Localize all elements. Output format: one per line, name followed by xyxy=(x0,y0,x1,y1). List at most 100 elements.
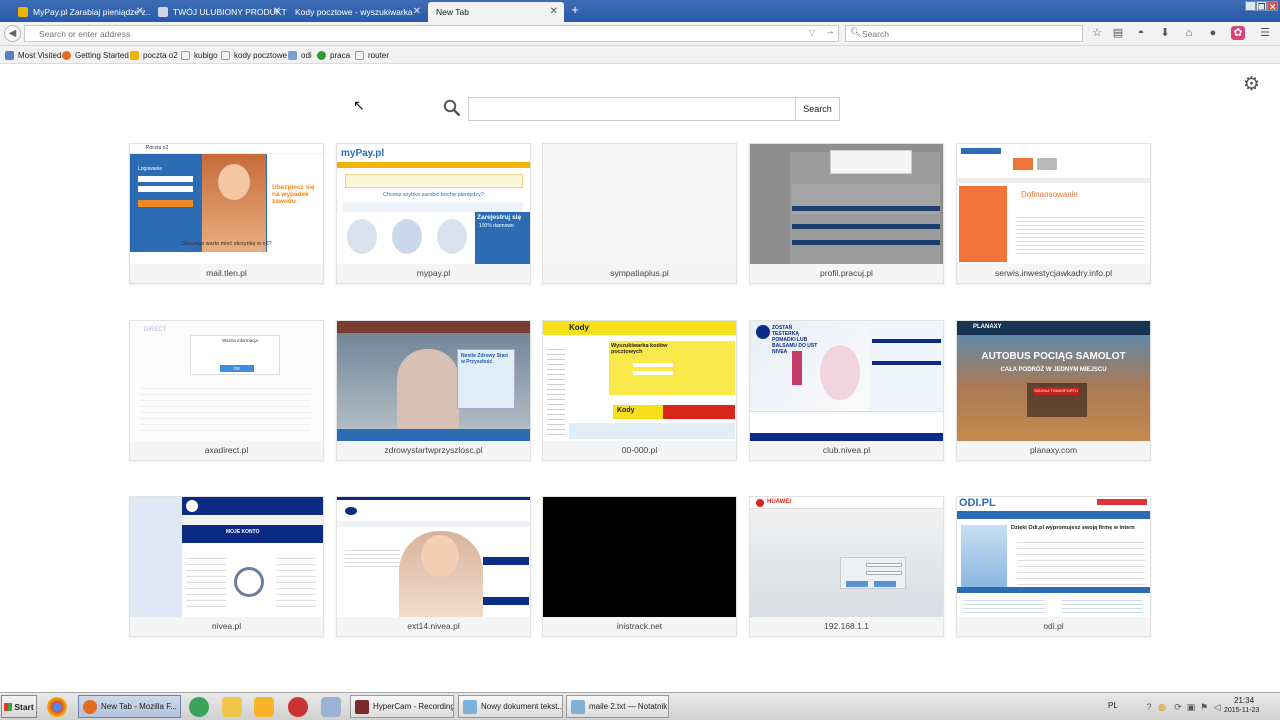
tile-planaxy[interactable]: PLANAXY AUTOBUS POCIĄG SAMOLOT CAŁA PODR… xyxy=(956,320,1151,461)
reading-list-icon[interactable]: ▤ xyxy=(1111,26,1125,40)
bookmark-star-icon[interactable]: ☆ xyxy=(1090,26,1104,40)
network-tray-icon[interactable]: ▣ xyxy=(1186,702,1196,712)
start-button[interactable]: Start xyxy=(1,695,37,718)
globe-icon[interactable] xyxy=(189,697,209,717)
bookmark-router[interactable]: router xyxy=(355,49,389,61)
tile-profil-pracuj[interactable]: profil.pracuj.pl xyxy=(749,143,944,284)
thumbnail: Kody Wyszukiwarka kodów pocztowych Kody xyxy=(543,321,736,441)
thumbnail xyxy=(543,497,736,617)
firefox-icon xyxy=(83,699,97,714)
pocket-icon[interactable]: ◓ xyxy=(1134,26,1148,40)
close-window-icon[interactable]: ✕ xyxy=(1267,1,1278,12)
tile-sympatiaplus[interactable]: sympatiaplus.pl xyxy=(542,143,737,284)
tab-ulubiony-produkt[interactable]: TWÓJ ULUBIONY PRODUKT A... ✕ xyxy=(150,2,287,22)
home-icon[interactable]: ⌂ xyxy=(1182,26,1196,40)
mypay-favicon-icon xyxy=(18,7,28,17)
tile-label: serwis.inwestycjawkadry.info.pl xyxy=(995,268,1112,278)
dropdown-arrow-icon[interactable]: ▽ xyxy=(809,28,815,37)
tile-zdrowystart[interactable]: Nestle Zdrowy Start w Przyszłość zdrowys… xyxy=(336,320,531,461)
tile-mail-tlen[interactable]: Poczta o2 Logowanie Ubezpiecz się na wyp… xyxy=(129,143,324,284)
thumbnail: Nestle Zdrowy Start w Przyszłość xyxy=(337,321,530,441)
folder-icon[interactable] xyxy=(222,697,242,717)
bookmark-most-visited[interactable]: Most Visited xyxy=(5,49,61,61)
tile-router-192[interactable]: HUAWEI 192.168.1.1 xyxy=(749,496,944,637)
search-bar[interactable]: 🔍︎ xyxy=(845,25,1083,42)
volume-icon[interactable]: ◁ xyxy=(1212,702,1222,712)
page-icon xyxy=(221,50,230,60)
newtab-search-input[interactable] xyxy=(468,97,796,121)
network-icon[interactable] xyxy=(321,697,341,717)
tile-serwis-inwestycjawkadry[interactable]: Dofinansowanie serwis.inwestycjawkadry.i… xyxy=(956,143,1151,284)
tile-label: sympatiaplus.pl xyxy=(610,268,669,278)
bookmark-kubigo[interactable]: kubigo xyxy=(181,49,218,61)
tab-new-tab[interactable]: New Tab ✕ xyxy=(428,2,564,22)
back-arrow-icon[interactable]: ◀ xyxy=(4,25,21,42)
tab-label: MyPay.pl Zarabiaj pieniądze z... xyxy=(33,7,150,17)
bookmark-poczta-o2[interactable]: poczta o2 xyxy=(130,49,178,61)
tile-nivea[interactable]: MOJE KONTO nivea.pl xyxy=(129,496,324,637)
folder-icon xyxy=(5,50,14,60)
close-icon[interactable]: ✕ xyxy=(550,6,558,17)
address-bar[interactable]: ▽ → xyxy=(24,25,839,42)
address-input[interactable] xyxy=(39,26,799,41)
search-icon xyxy=(443,99,461,117)
chat-icon[interactable]: ● xyxy=(1206,26,1220,40)
tab-label: New Tab xyxy=(436,7,469,17)
bookmark-getting-started[interactable]: Getting Started xyxy=(62,49,129,61)
hypercam-icon xyxy=(355,699,369,714)
tab-label: TWÓJ ULUBIONY PRODUKT A... xyxy=(173,7,287,17)
tile-inistrack[interactable]: inistrack.net xyxy=(542,496,737,637)
restore-icon[interactable]: ❐ xyxy=(1256,1,1267,12)
tile-label: inistrack.net xyxy=(616,621,663,631)
new-tab-plus-icon[interactable]: + xyxy=(568,3,582,17)
tile-label: odi.pl xyxy=(1043,621,1064,631)
minimize-icon[interactable]: _ xyxy=(1245,1,1256,12)
taskbar-hypercam[interactable]: HyperCam - Recording xyxy=(350,695,454,718)
tile-axadirect[interactable]: DIRECT Ważna informacja OK axadirect.pl xyxy=(129,320,324,461)
notepad-icon xyxy=(463,699,477,714)
thumbnail: HUAWEI xyxy=(750,497,943,617)
shield-icon[interactable]: ◍ xyxy=(1157,702,1167,712)
notepad-icon xyxy=(571,699,585,714)
bookmark-kody-pocztowe[interactable]: kody pocztowe xyxy=(221,49,287,61)
language-indicator[interactable]: PL xyxy=(1108,701,1118,710)
taskbar: Start New Tab - Mozilla F... HyperCam - … xyxy=(0,692,1280,720)
extension-icon[interactable]: ✿ xyxy=(1231,26,1245,40)
close-icon[interactable]: ✕ xyxy=(273,6,281,17)
search-input[interactable] xyxy=(862,26,1072,41)
sync-icon[interactable]: ⟳ xyxy=(1173,702,1183,712)
tab-kody-pocztowe[interactable]: Kody pocztowe - wyszukiwarka ✕ xyxy=(287,2,427,22)
media-player-icon[interactable] xyxy=(254,697,274,717)
help-icon[interactable]: ? xyxy=(1144,702,1154,712)
bookmark-praca[interactable]: praca xyxy=(317,49,350,61)
tab-label: Kody pocztowe - wyszukiwarka xyxy=(295,7,413,17)
clock-date[interactable]: 2015-11-23 xyxy=(1224,707,1259,714)
tile-odi[interactable]: ODI.PL Dzięki Odi.pl wypromujesz swoją f… xyxy=(956,496,1151,637)
page-favicon-icon xyxy=(158,7,168,17)
tile-club-nivea[interactable]: ZOSTAŃ TESTERKĄ POMADKI LUB BALSAMU DO U… xyxy=(749,320,944,461)
taskbar-maile-notatnik[interactable]: maile 2.txt — Notatnik xyxy=(566,695,669,718)
page-icon xyxy=(181,50,190,60)
newtab-search-button[interactable]: Search xyxy=(796,97,840,121)
tile-ext14-nivea[interactable]: ext14.nivea.pl xyxy=(336,496,531,637)
tile-mypay[interactable]: myPay.pl Chcesz szybko zarobić trochę pi… xyxy=(336,143,531,284)
clock-time[interactable]: 21:34 xyxy=(1234,696,1254,705)
tab-mypay[interactable]: MyPay.pl Zarabiaj pieniądze z... ✕ xyxy=(10,2,150,22)
thumbnail: Poczta o2 Logowanie Ubezpiecz się na wyp… xyxy=(130,144,323,264)
chrome-icon[interactable] xyxy=(47,697,67,717)
taskbar-firefox[interactable]: New Tab - Mozilla F... xyxy=(78,695,181,718)
thumbnail: ODI.PL Dzięki Odi.pl wypromujesz swoją f… xyxy=(957,497,1150,617)
flag-icon[interactable]: ⚑ xyxy=(1199,702,1209,712)
downloads-icon[interactable]: ⬇ xyxy=(1158,26,1172,40)
tile-label: planaxy.com xyxy=(1029,445,1078,455)
bookmark-odi[interactable]: odi xyxy=(288,49,312,61)
menu-hamburger-icon[interactable]: ☰ xyxy=(1258,26,1272,40)
tile-00-000[interactable]: Kody Wyszukiwarka kodów pocztowych Kody … xyxy=(542,320,737,461)
close-icon[interactable]: ✕ xyxy=(413,6,421,17)
taskbar-nowy-dokument[interactable]: Nowy dokument tekst... xyxy=(458,695,563,718)
go-arrow-icon[interactable]: → xyxy=(825,26,835,37)
ladybug-icon[interactable] xyxy=(288,697,308,717)
firefox-icon xyxy=(62,50,71,60)
close-icon[interactable]: ✕ xyxy=(136,6,144,17)
gear-icon[interactable]: ⚙ xyxy=(1243,73,1260,96)
